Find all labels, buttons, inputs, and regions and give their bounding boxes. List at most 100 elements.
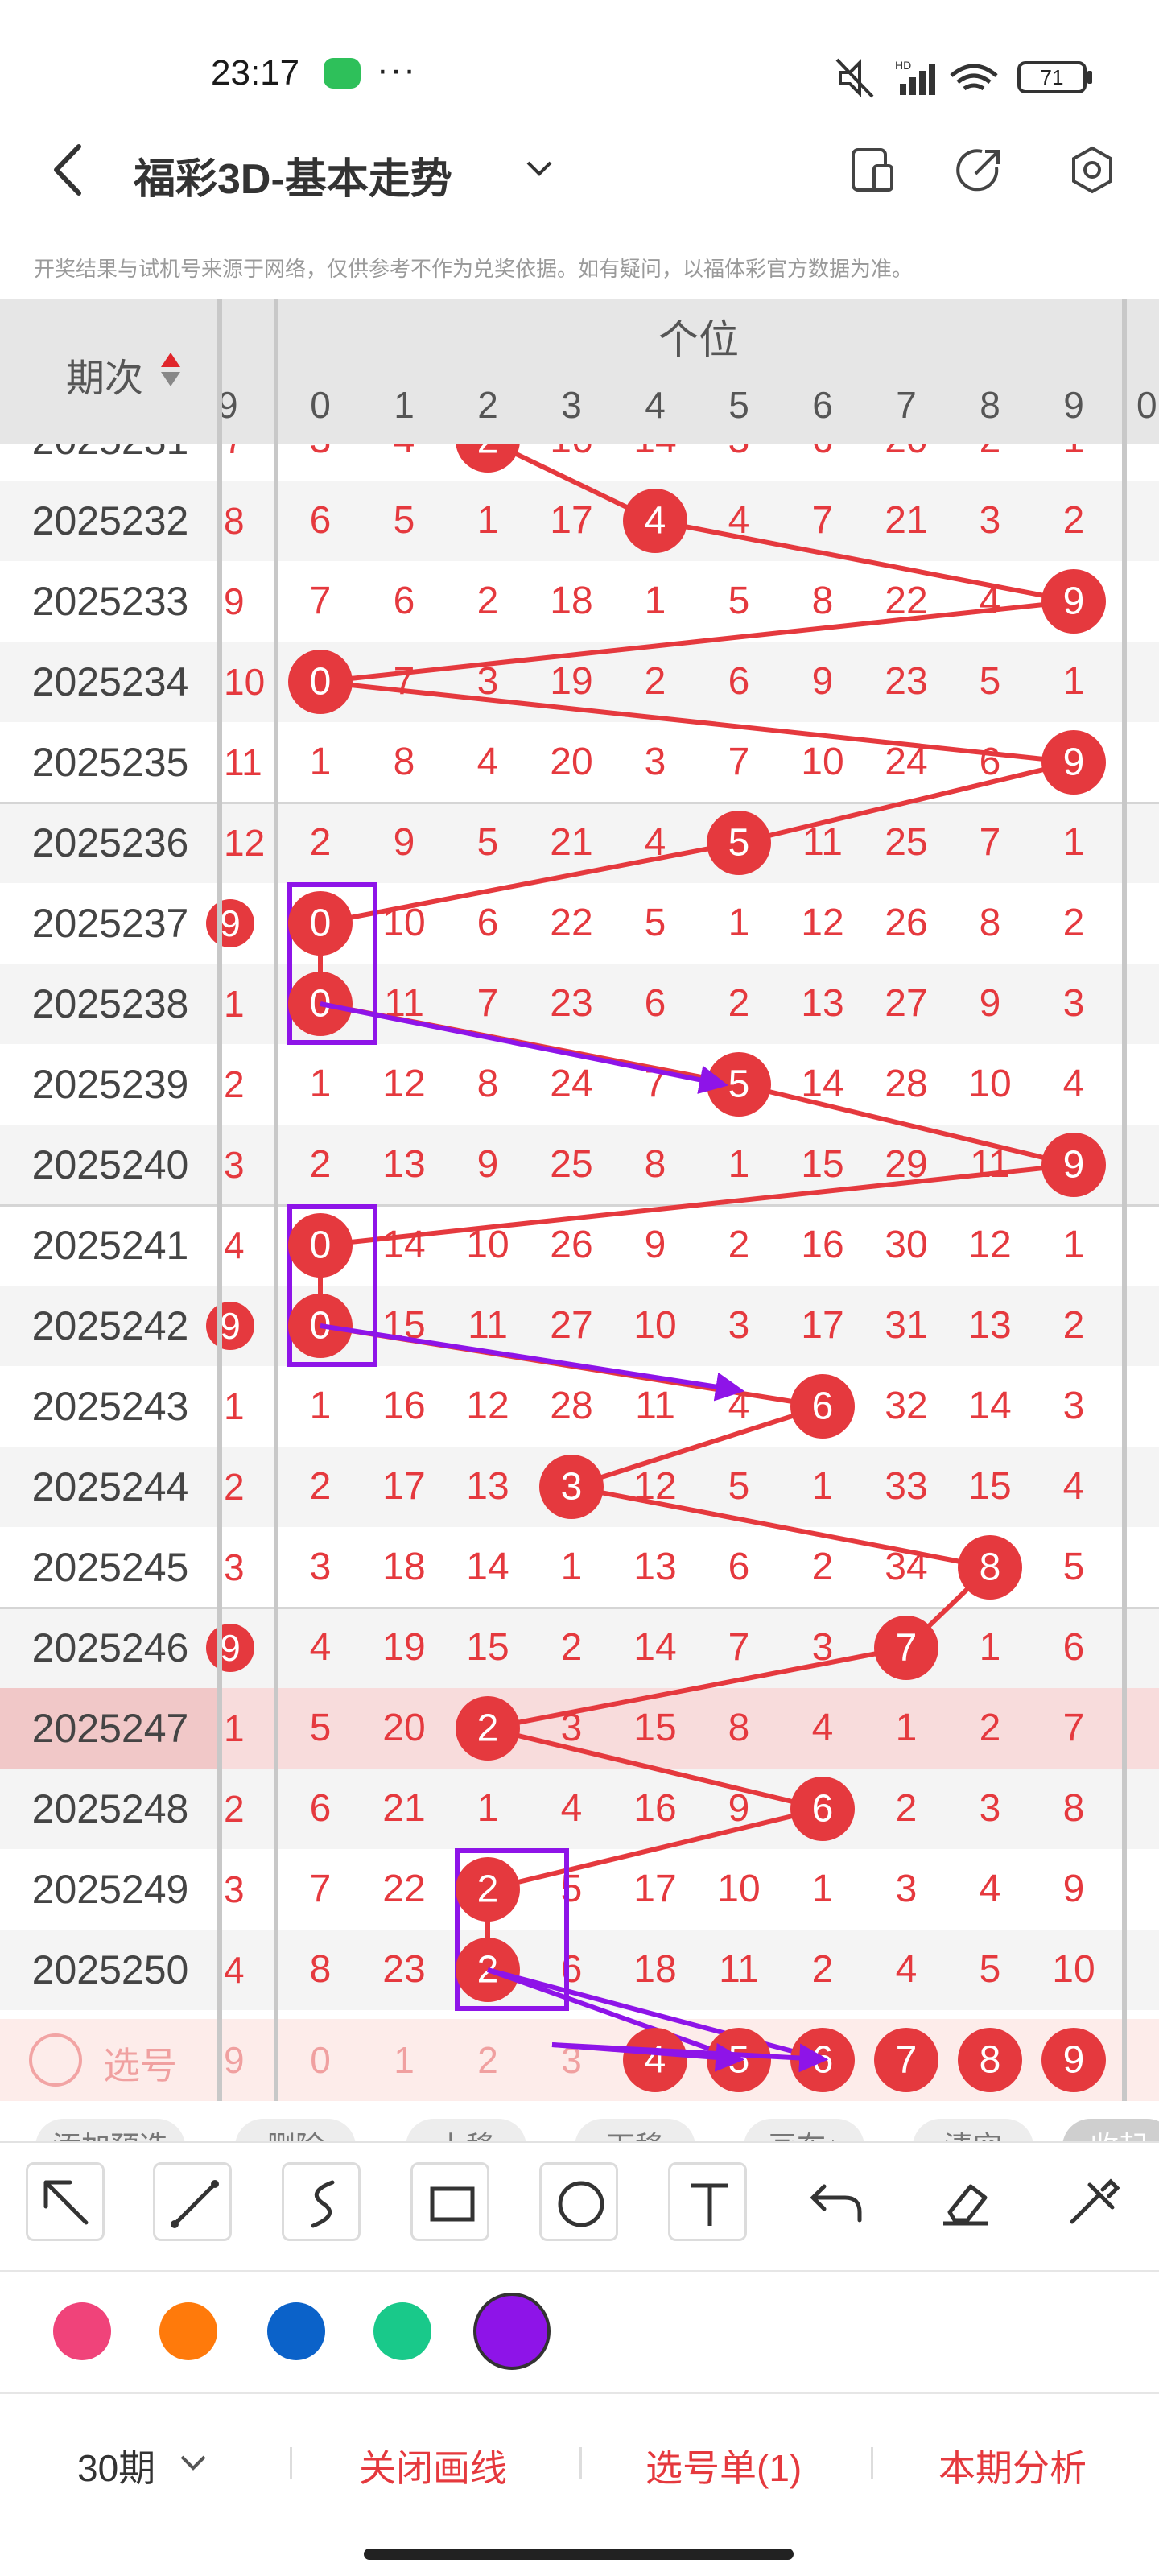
omission-cell[interactable]: 5	[1032, 1527, 1116, 1608]
omission-cell[interactable]: 8	[278, 1930, 362, 2010]
omission-cell[interactable]: 5	[697, 561, 781, 642]
omission-cell[interactable]: 6	[446, 883, 530, 964]
omission-cell[interactable]: 15	[613, 1688, 697, 1769]
eraser-tool[interactable]	[926, 2162, 1004, 2241]
title-chevron-down-icon[interactable]	[523, 156, 555, 180]
omission-cell[interactable]: 10	[362, 883, 446, 964]
omission-cell[interactable]: 11	[362, 964, 446, 1044]
omission-cell[interactable]: 18	[530, 561, 613, 642]
omission-cell[interactable]	[1032, 561, 1116, 642]
omission-cell[interactable]: 6	[697, 1527, 781, 1608]
omission-cell[interactable]: 11	[948, 1125, 1032, 1205]
omission-cell[interactable]: 15	[781, 1125, 864, 1205]
omission-cell[interactable]	[278, 964, 362, 1044]
omission-cell[interactable]: 14	[613, 444, 697, 481]
omission-cell[interactable]: 7	[278, 1849, 362, 1930]
omission-cell[interactable]: 9	[781, 642, 864, 722]
omission-cell[interactable]: 15	[948, 1447, 1032, 1527]
omission-cell[interactable]: 6	[697, 642, 781, 722]
table-row[interactable]: 2025246 9 4 19 15 2 14 7 3 1 6	[0, 1608, 1159, 1688]
color-swatch[interactable]	[53, 2302, 111, 2360]
select-number-9[interactable]	[1032, 2019, 1116, 2101]
omission-cell[interactable]	[613, 481, 697, 561]
omission-cell[interactable]: 7	[613, 1044, 697, 1125]
omission-cell[interactable]: 5	[446, 803, 530, 883]
omission-cell[interactable]: 8	[446, 1044, 530, 1125]
omission-cell[interactable]: 8	[948, 883, 1032, 964]
device-icon[interactable]	[848, 145, 898, 195]
table-row[interactable]: 2025249 3 7 22 5 17 10 1 3 4 9	[0, 1849, 1159, 1930]
omission-cell[interactable]: 7	[697, 1608, 781, 1688]
omission-cell[interactable]	[446, 444, 530, 481]
omission-cell[interactable]: 20	[362, 1688, 446, 1769]
omission-cell[interactable]: 20	[530, 722, 613, 803]
omission-cell[interactable]: 30	[864, 1205, 948, 1286]
table-row[interactable]: 2025236 12 2 9 5 21 4 11 25 7 1	[0, 803, 1159, 883]
select-number-3[interactable]: 3	[530, 2019, 613, 2101]
omission-cell[interactable]: 7	[697, 722, 781, 803]
omission-cell[interactable]: 31	[864, 1286, 948, 1366]
omission-cell[interactable]: 1	[1032, 803, 1116, 883]
color-swatch[interactable]	[159, 2302, 217, 2360]
omission-cell[interactable]: 20	[864, 444, 948, 481]
omission-cell[interactable]: 1	[781, 1447, 864, 1527]
omission-cell[interactable]: 2	[530, 1608, 613, 1688]
omission-cell[interactable]: 12	[613, 1447, 697, 1527]
omission-cell[interactable]: 17	[530, 481, 613, 561]
table-row[interactable]: 2025238 1 11 7 23 6 2 13 27 9 3	[0, 964, 1159, 1044]
arrow-tool[interactable]	[26, 2162, 105, 2241]
selection-list-button[interactable]: 选号单(1)	[645, 2439, 802, 2492]
omission-cell[interactable]	[278, 1205, 362, 1286]
omission-cell[interactable]: 19	[530, 642, 613, 722]
omission-cell[interactable]: 4	[1032, 1447, 1116, 1527]
omission-cell[interactable]: 22	[864, 561, 948, 642]
color-swatch[interactable]	[373, 2302, 431, 2360]
omission-cell[interactable]: 8	[781, 561, 864, 642]
table-row[interactable]: 2025234 10 7 3 19 2 6 9 23 5 1	[0, 642, 1159, 722]
select-number-7[interactable]	[864, 2019, 948, 2101]
omission-cell[interactable]: 26	[530, 1205, 613, 1286]
omission-cell[interactable]: 12	[362, 1044, 446, 1125]
omission-cell[interactable]: 2	[1032, 481, 1116, 561]
omission-cell[interactable]: 5	[948, 642, 1032, 722]
sort-desc-icon[interactable]	[161, 372, 180, 386]
table-row[interactable]: 2025240 3 2 13 9 25 8 1 15 29 11	[0, 1125, 1159, 1205]
omission-cell[interactable]	[697, 1044, 781, 1125]
table-row[interactable]: 2025241 4 14 10 26 9 2 16 30 12 1	[0, 1205, 1159, 1286]
period-analysis-button[interactable]: 本期分析	[938, 2439, 1087, 2492]
settings-icon[interactable]	[1067, 145, 1117, 195]
omission-cell[interactable]: 6	[781, 444, 864, 481]
omission-cell[interactable]: 7	[1032, 1688, 1116, 1769]
omission-cell[interactable]: 10	[948, 1044, 1032, 1125]
omission-cell[interactable]: 1	[697, 1125, 781, 1205]
omission-cell[interactable]: 13	[446, 1447, 530, 1527]
omission-cell[interactable]: 9	[613, 1205, 697, 1286]
omission-cell[interactable]: 24	[864, 722, 948, 803]
omission-cell[interactable]: 11	[697, 1930, 781, 2010]
omission-cell[interactable]: 33	[864, 1447, 948, 1527]
omission-cell[interactable]: 29	[864, 1125, 948, 1205]
omission-cell[interactable]: 14	[362, 1205, 446, 1286]
omission-cell[interactable]: 1	[948, 1608, 1032, 1688]
table-row[interactable]: 2025243 1 1 16 12 28 11 4 32 14 3	[0, 1366, 1159, 1447]
omission-cell[interactable]: 1	[446, 481, 530, 561]
omission-cell[interactable]: 15	[362, 1286, 446, 1366]
omission-cell[interactable]: 6	[278, 481, 362, 561]
back-icon[interactable]	[47, 142, 95, 198]
table-row[interactable]: 2025237 9 10 6 22 5 1 12 26 8 2	[0, 883, 1159, 964]
omission-cell[interactable]: 3	[446, 642, 530, 722]
omission-cell[interactable]: 2	[697, 1205, 781, 1286]
omission-cell[interactable]: 7	[446, 964, 530, 1044]
omission-cell[interactable]: 2	[1032, 1286, 1116, 1366]
omission-cell[interactable]: 3	[948, 1769, 1032, 1849]
omission-cell[interactable]: 3	[613, 722, 697, 803]
omission-cell[interactable]: 8	[613, 1125, 697, 1205]
omission-cell[interactable]: 28	[864, 1044, 948, 1125]
omission-cell[interactable]: 21	[530, 803, 613, 883]
omission-cell[interactable]: 4	[864, 1930, 948, 2010]
omission-cell[interactable]: 9	[948, 964, 1032, 1044]
omission-cell[interactable]: 16	[613, 1769, 697, 1849]
line-tool[interactable]	[153, 2162, 232, 2241]
omission-cell[interactable]: 3	[697, 444, 781, 481]
omission-cell[interactable]: 6	[362, 561, 446, 642]
